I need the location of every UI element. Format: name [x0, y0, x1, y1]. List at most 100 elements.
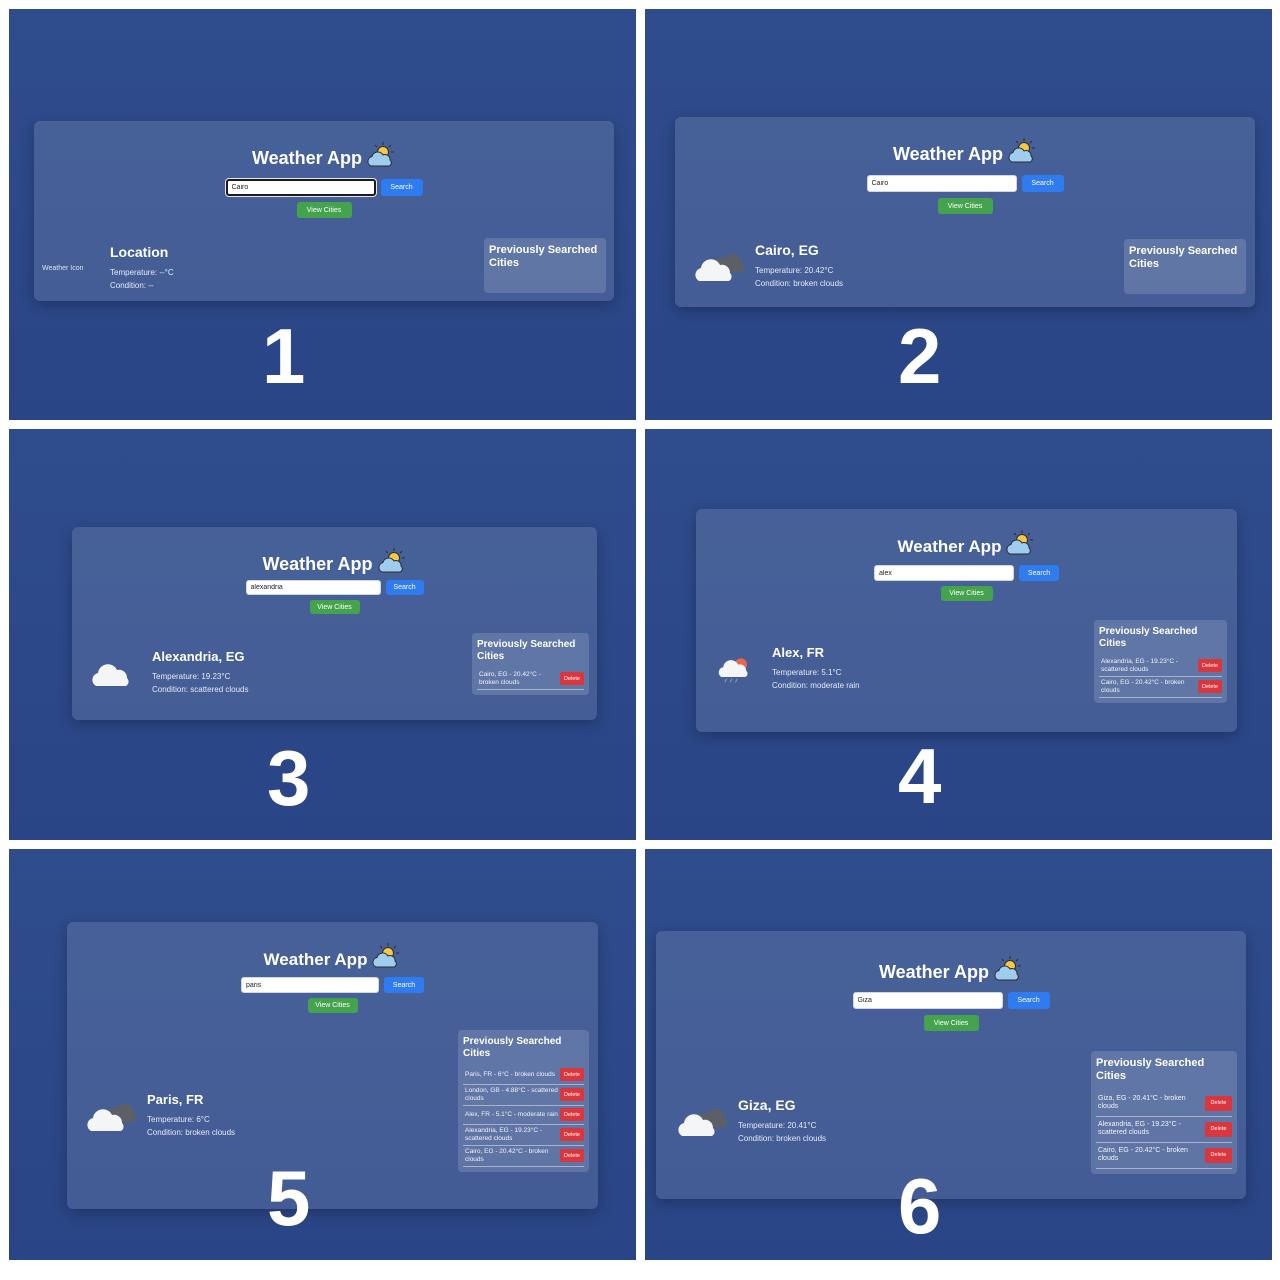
app-header: Weather App [675, 137, 1255, 165]
weather-info: Cairo, EG Temperature: 20.42°C Condition… [755, 242, 843, 290]
app-title: Weather App [878, 962, 989, 982]
sun-cloud-icon [377, 548, 405, 573]
search-button[interactable]: Search [385, 580, 424, 595]
history-item: Cairo, EG - 20.42°C - broken clouds Dele… [463, 1146, 584, 1167]
search-button[interactable]: Search [1021, 175, 1064, 192]
delete-button[interactable]: Delete [1205, 1121, 1232, 1137]
location-name: Location [110, 244, 169, 260]
temperature-text: Temperature: 6°C [147, 1115, 210, 1124]
app-title: Weather App [897, 537, 1002, 556]
temperature-text: Temperature: 5.1°C [772, 668, 842, 677]
history-item-text: Cairo, EG - 20.42°C - broken clouds [479, 671, 541, 686]
delete-button[interactable]: Delete [1198, 659, 1222, 672]
current-weather: Alex, FR Temperature: 5.1°C Condition: m… [716, 645, 860, 692]
search-button[interactable]: Search [1007, 992, 1050, 1009]
history-item-text: Paris, FR - 6°C - broken clouds [465, 1070, 556, 1078]
step-number: 3 [267, 734, 311, 822]
screenshot-panel-6: Weather App Search View Cities Giza, EG … [645, 849, 1272, 1260]
app-header: Weather App [656, 955, 1246, 983]
city-search-input[interactable] [866, 175, 1017, 192]
city-search-input[interactable] [241, 977, 379, 993]
screenshot-panel-1: Weather App Search View Cities Weather I… [9, 9, 636, 420]
temperature-text: Temperature: 20.42°C [755, 266, 834, 275]
current-weather: Paris, FR Temperature: 6°C Condition: br… [85, 1092, 235, 1139]
step-number: 2 [898, 312, 942, 400]
app-title: Weather App [262, 554, 373, 574]
delete-button[interactable]: Delete [560, 1088, 584, 1101]
condition-text: Condition: scattered clouds [152, 685, 249, 694]
search-row: Search [34, 179, 614, 196]
search-button[interactable]: Search [384, 977, 424, 993]
history-item-text: London, GB - 4.88°C - scattered clouds [465, 1087, 558, 1102]
view-cities-button[interactable]: View Cities [940, 586, 993, 601]
delete-button[interactable]: Delete [560, 1149, 584, 1162]
delete-button[interactable]: Delete [1205, 1095, 1232, 1111]
history-item-text: Cairo, EG - 20.42°C - broken clouds [1098, 1147, 1188, 1162]
app-title: Weather App [251, 148, 362, 168]
scattered-clouds-icon [92, 663, 129, 686]
history-title: Previously Searched Cities [477, 639, 576, 662]
sun-cloud-icon [372, 943, 400, 968]
delete-button[interactable]: Delete [560, 672, 584, 685]
delete-button[interactable]: Delete [560, 1068, 584, 1081]
weather-info: Location Temperature: --°C Condition: -- [110, 244, 174, 292]
broken-clouds-icon [695, 253, 744, 281]
weather-info: Alex, FR Temperature: 5.1°C Condition: m… [772, 645, 860, 692]
broken-clouds-icon [87, 1103, 136, 1131]
sun-cloud-icon [1008, 138, 1035, 163]
condition-text: Condition: -- [110, 281, 154, 290]
current-weather: Weather Icon Location Temperature: --°C … [42, 244, 174, 292]
history-item: Alexandria, EG - 19.23°C - scattered clo… [1099, 656, 1222, 677]
view-cities-button[interactable]: View Cities [923, 1015, 979, 1031]
broken-clouds-icon [678, 1108, 727, 1136]
view-cities-button[interactable]: View Cities [296, 202, 352, 218]
search-row: Search [696, 565, 1237, 581]
city-search-input[interactable] [245, 580, 381, 595]
history-item: Cairo, EG - 20.42°C - broken clouds Dele… [1096, 1143, 1232, 1169]
history-title: Previously Searched Cities [489, 244, 598, 269]
history-item-text: Giza, EG - 20.41°C - broken clouds [1098, 1095, 1186, 1110]
location-name: Alex, FR [772, 645, 825, 660]
city-search-input[interactable] [852, 992, 1003, 1009]
view-cities-button[interactable]: View Cities [307, 998, 358, 1013]
delete-button[interactable]: Delete [560, 1108, 584, 1121]
temperature-text: Temperature: 19.23°C [152, 672, 231, 681]
history-item: Alex, FR - 5.1°C - moderate rain Delete [463, 1106, 584, 1125]
history-item: Giza, EG - 20.41°C - broken clouds Delet… [1096, 1091, 1232, 1117]
step-number: 4 [898, 732, 942, 820]
weather-info: Giza, EG Temperature: 20.41°C Condition:… [738, 1097, 826, 1145]
delete-button[interactable]: Delete [1198, 680, 1222, 693]
history-item: Cairo, EG - 20.42°C - broken clouds Dele… [477, 669, 584, 690]
search-button[interactable]: Search [380, 179, 423, 196]
weather-card: Weather App Search View Cities Cairo, EG… [675, 117, 1255, 307]
history-item-text: Cairo, EG - 20.42°C - broken clouds [465, 1148, 549, 1163]
view-cities-row: View Cities [656, 1015, 1246, 1031]
view-cities-row: View Cities [34, 202, 614, 218]
delete-button[interactable]: Delete [1205, 1147, 1232, 1163]
search-row: Search [67, 977, 598, 993]
weather-card: Weather App Search View Cities Paris, FR… [67, 922, 598, 1209]
history-item-text: Alexandria, EG - 19.23°C - scattered clo… [465, 1127, 543, 1142]
view-cities-row: View Cities [67, 998, 598, 1013]
history-item: Cairo, EG - 20.42°C - broken clouds Dele… [1099, 677, 1222, 698]
search-button[interactable]: Search [1019, 565, 1059, 581]
view-cities-button[interactable]: View Cities [937, 198, 993, 214]
city-search-input[interactable] [874, 565, 1014, 581]
search-row: Search [675, 175, 1255, 192]
delete-button[interactable]: Delete [560, 1128, 584, 1141]
city-search-input[interactable] [225, 179, 376, 196]
view-cities-button[interactable]: View Cities [309, 600, 360, 614]
screenshot-panel-5: Weather App Search View Cities Paris, FR… [9, 849, 636, 1260]
condition-text: Condition: broken clouds [738, 1134, 827, 1143]
current-weather: Giza, EG Temperature: 20.41°C Condition:… [676, 1097, 826, 1145]
weather-card: Weather App Search View Cities Alex, FR … [696, 509, 1237, 732]
screenshot-panel-4: Weather App Search View Cities Alex, FR … [645, 429, 1272, 840]
rain-icon [718, 657, 748, 682]
app-header: Weather App [34, 141, 614, 169]
location-name: Giza, EG [738, 1097, 796, 1113]
history-panel: Previously Searched Cities [1124, 239, 1246, 294]
history-item-text: Alexandria, EG - 19.23°C - scattered clo… [1101, 658, 1179, 673]
sun-cloud-icon [367, 142, 394, 167]
history-item: Alexandria, EG - 19.23°C - scattered clo… [1096, 1117, 1232, 1143]
condition-text: Condition: moderate rain [772, 681, 860, 690]
